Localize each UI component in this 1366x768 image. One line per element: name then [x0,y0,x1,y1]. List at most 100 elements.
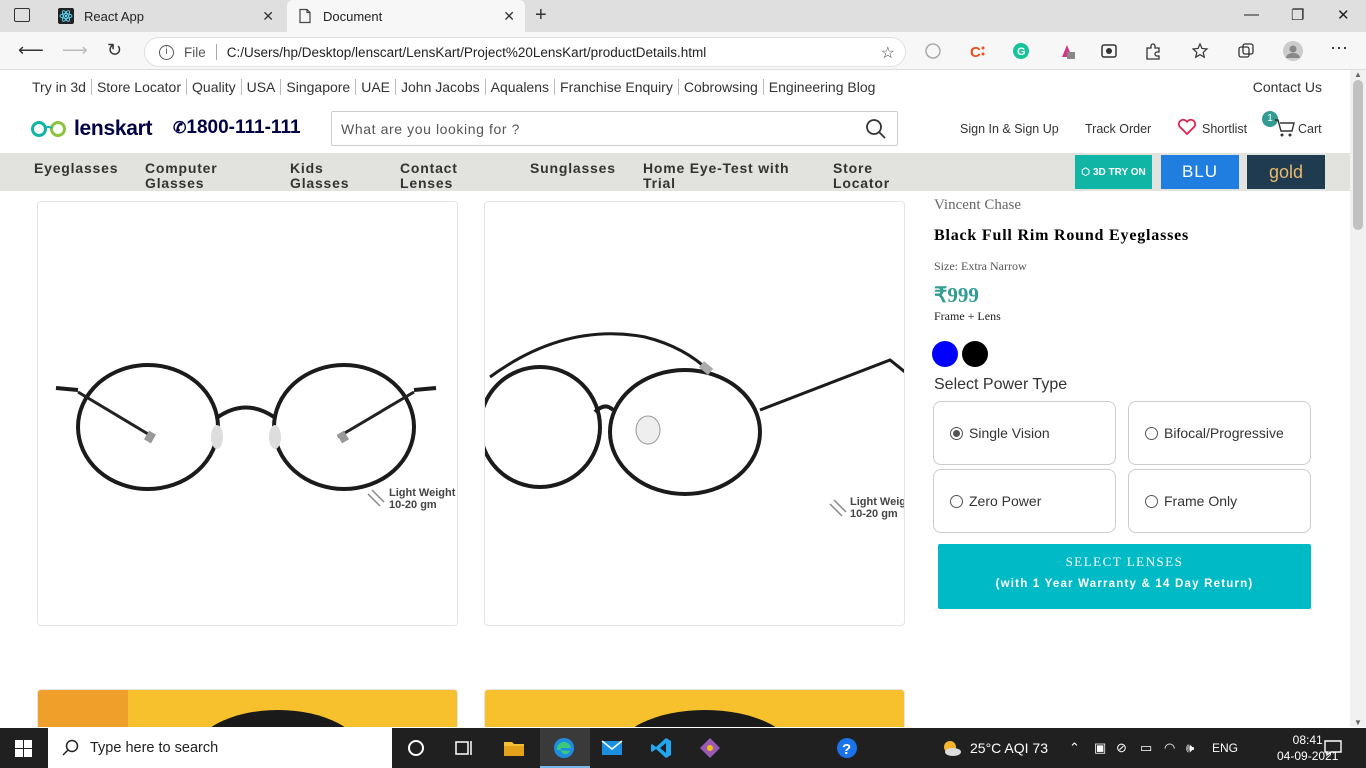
taskbar-search-box[interactable]: Type here to search [48,728,392,768]
search-box[interactable] [331,111,898,146]
color-swatch-blue[interactable] [932,341,958,367]
nav-eyeglasses[interactable]: Eyeglasses [34,161,118,176]
nav-contact-lenses[interactable]: Contact Lenses [400,161,458,191]
tracking-icon[interactable] [924,42,942,60]
refresh-icon[interactable]: ↻ [107,40,122,61]
top-link-singapore[interactable]: Singapore [281,79,357,95]
new-tab-icon[interactable]: + [535,4,547,27]
wifi-icon[interactable]: ◠ [1164,740,1175,756]
close-icon[interactable]: ✕ [503,8,515,24]
show-hidden-icons-icon[interactable]: ⌃ [1069,740,1080,756]
language-indicator[interactable]: ENG [1212,741,1238,755]
address-bar[interactable]: i File C:/Users/hp/Desktop/lenscart/Lens… [144,37,906,67]
radio-button[interactable] [1145,426,1158,440]
tab-document[interactable]: Document ✕ [287,0,525,32]
search-input[interactable] [341,120,841,137]
gold-button[interactable]: gold [1247,155,1325,189]
vscode-icon[interactable] [649,736,673,760]
svg-text:C: C [970,44,981,60]
color-swatch-black[interactable] [962,341,988,367]
top-link-store-locator[interactable]: Store Locator [92,79,188,95]
phone-number[interactable]: ✆1800-111-111 [173,117,301,139]
scroll-thumb[interactable] [1353,80,1363,230]
webcam-icon[interactable]: ▣ [1094,740,1106,756]
top-link-try-3d[interactable]: Try in 3d [32,79,92,95]
power-option-frame-only[interactable]: Frame Only [1128,469,1311,533]
weather-icon[interactable] [940,737,962,759]
product-image-side[interactable]: Light Weig 10-20 gm [484,201,905,626]
nav-sunglasses[interactable]: Sunglasses [530,161,616,176]
more-menu-icon[interactable]: ⋯ [1330,38,1348,59]
battery-icon[interactable]: ▭ [1140,740,1152,756]
product-image-front[interactable]: Light Weight 10-20 gm [37,201,458,626]
track-order-link[interactable]: Track Order [1085,122,1151,136]
top-link-john-jacobs[interactable]: John Jacobs [396,79,486,95]
top-link-cobrowsing[interactable]: Cobrowsing [679,79,764,95]
mail-icon[interactable] [600,736,624,760]
contact-us-link[interactable]: Contact Us [1253,79,1322,95]
task-view-icon[interactable] [452,736,476,760]
add-favorite-icon[interactable]: ☆ [881,43,895,63]
cart-icon[interactable] [1274,118,1296,138]
url-text[interactable]: C:/Users/hp/Desktop/lenscart/LensKart/Pr… [227,45,706,60]
top-link-engineering-blog[interactable]: Engineering Blog [764,79,881,95]
window-close-icon[interactable]: ✕ [1337,6,1350,24]
top-link-quality[interactable]: Quality [187,79,242,95]
restore-icon[interactable]: ❐ [1291,6,1304,24]
power-option-bifocal[interactable]: Bifocal/Progressive [1128,401,1311,465]
favorites-icon[interactable] [1192,42,1210,60]
select-lenses-button[interactable]: SELECT LENSES (with 1 Year Warranty & 14… [938,544,1311,609]
product-image-model-1[interactable] [37,689,458,727]
help-icon[interactable]: ? [835,736,859,760]
lenskart-logo[interactable]: lenskart [30,117,152,141]
page-content: Try in 3d Store Locator Quality USA Sing… [0,70,1350,727]
scroll-up-icon[interactable]: ▲ [1354,70,1362,79]
tab-actions-icon[interactable] [14,8,30,22]
nav-computer-glasses[interactable]: Computer Glasses [145,161,218,191]
shortlist-link[interactable]: Shortlist [1202,122,1247,136]
top-link-aqualens[interactable]: Aqualens [486,79,556,95]
info-icon[interactable]: i [159,44,174,60]
close-icon[interactable]: ✕ [262,8,274,24]
tab-react-app[interactable]: React App ✕ [48,0,284,32]
edge-icon[interactable] [552,736,576,760]
power-option-single-vision[interactable]: Single Vision [933,401,1116,465]
nav-store-locator[interactable]: Store Locator [833,161,890,191]
product-image-model-2[interactable] [484,689,905,727]
weather-text[interactable]: 25°C AQI 73 [970,740,1048,756]
profile-avatar-icon[interactable] [1282,40,1304,62]
grammarly-icon[interactable]: G [1012,42,1030,60]
top-link-usa[interactable]: USA [242,79,282,95]
extension-screen-icon[interactable] [1100,42,1118,60]
git-app-icon[interactable] [698,736,722,760]
network-off-icon[interactable]: ⊘ [1116,740,1127,756]
cart-link[interactable]: Cart [1298,122,1322,136]
3d-try-on-button[interactable]: ⬡ 3D TRY ON [1075,155,1152,189]
volume-icon[interactable]: 🕪 [1186,740,1194,756]
back-icon[interactable]: ⟵ [18,40,44,61]
windows-start-icon[interactable] [15,740,32,757]
nav-kids-glasses[interactable]: Kids Glasses [290,161,349,191]
notifications-icon[interactable] [1323,738,1343,758]
sign-in-link[interactable]: Sign In & Sign Up [960,122,1059,136]
top-link-uae[interactable]: UAE [356,79,397,95]
blu-button[interactable]: BLU [1161,155,1239,189]
power-option-zero-power[interactable]: Zero Power [933,469,1116,533]
search-icon[interactable] [865,118,887,140]
nav-home-eye-test[interactable]: Home Eye-Test with Trial [643,161,789,191]
page-scrollbar[interactable]: ▲ ▼ [1350,70,1366,727]
radio-button[interactable] [950,426,963,440]
heart-icon[interactable] [1177,118,1197,136]
forward-icon[interactable]: ⟶ [62,40,88,61]
scroll-down-icon[interactable]: ▼ [1354,718,1362,727]
extension-c-icon[interactable]: C [968,42,986,60]
radio-button[interactable] [950,494,963,508]
top-link-franchise-enquiry[interactable]: Franchise Enquiry [555,79,679,95]
extensions-icon[interactable] [1144,42,1162,60]
collections-icon[interactable] [1237,42,1255,60]
extension-color-icon[interactable] [1058,42,1076,60]
cortana-icon[interactable] [404,736,428,760]
minimize-icon[interactable]: — [1244,6,1259,23]
file-explorer-icon[interactable] [502,736,526,760]
radio-button[interactable] [1145,494,1158,508]
